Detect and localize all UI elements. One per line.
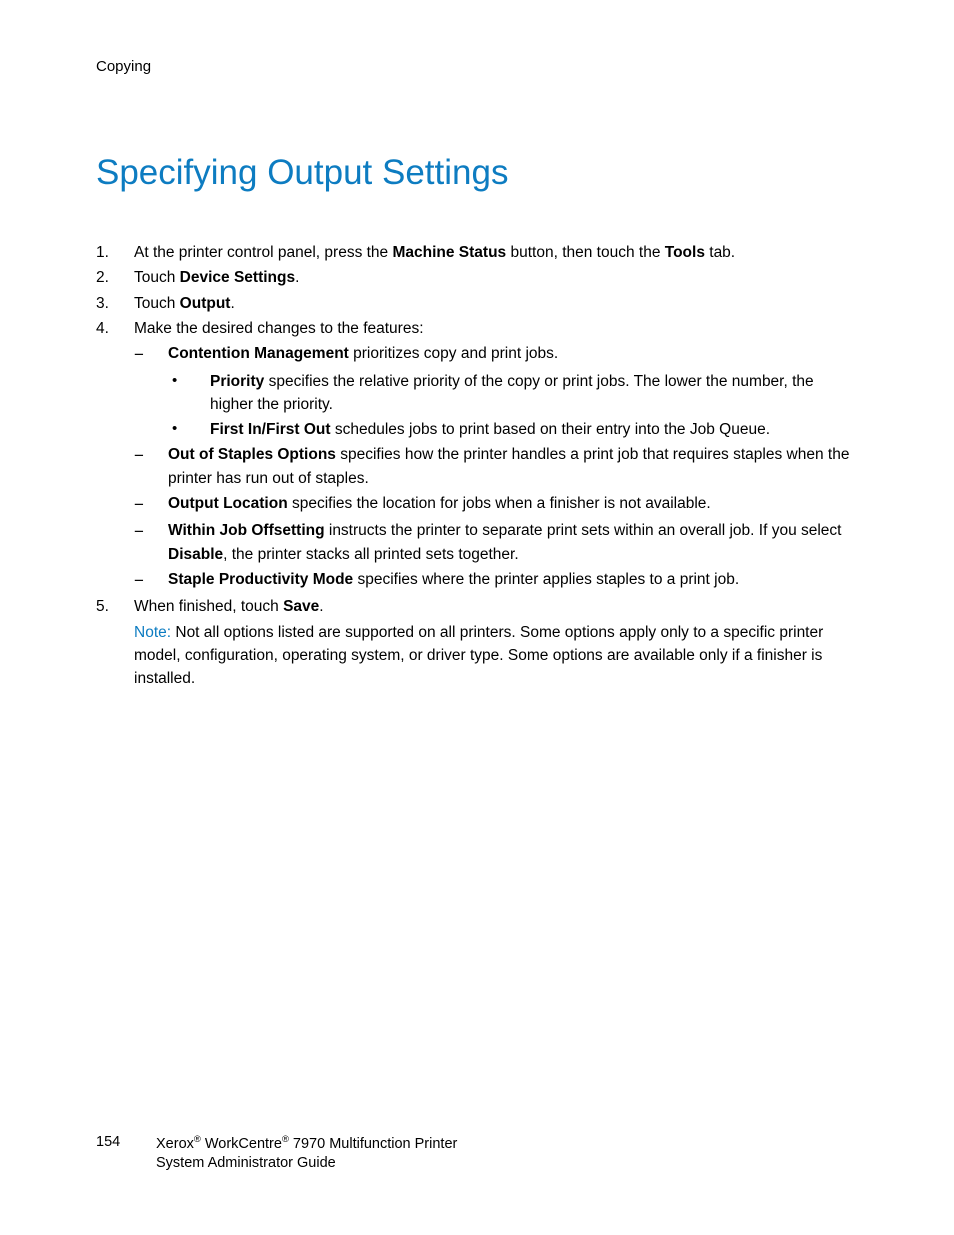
note-block: Note: Not all options listed are support… bbox=[134, 621, 858, 691]
reg-mark: ® bbox=[194, 1133, 201, 1144]
sub-item: − Out of Staples Options specifies how t… bbox=[134, 443, 858, 490]
step-text: Touch Device Settings. bbox=[134, 266, 858, 289]
dash-marker: − bbox=[134, 443, 168, 490]
bold-run: Priority bbox=[210, 373, 264, 390]
sub-text: Staple Productivity Mode specifies where… bbox=[168, 568, 858, 594]
step-text: Touch Output. bbox=[134, 292, 858, 315]
bullet-text: Priority specifies the relative priority… bbox=[210, 370, 858, 417]
step-number: 1. bbox=[96, 241, 134, 264]
text-run: When finished, touch bbox=[134, 598, 283, 615]
sub-item: − Within Job Offsetting instructs the pr… bbox=[134, 519, 858, 566]
dash-marker: − bbox=[134, 568, 168, 594]
sub-text: Out of Staples Options specifies how the… bbox=[168, 443, 858, 490]
brand-text: WorkCentre bbox=[201, 1136, 282, 1152]
note-text: Not all options listed are supported on … bbox=[134, 624, 823, 688]
text-run: . bbox=[230, 295, 234, 312]
bullet-item: • Priority specifies the relative priori… bbox=[168, 370, 858, 417]
step-text: Make the desired changes to the features… bbox=[134, 317, 858, 340]
bullet-text: First In/First Out schedules jobs to pri… bbox=[210, 418, 858, 441]
text-run: tab. bbox=[705, 244, 735, 261]
step-2: 2. Touch Device Settings. bbox=[96, 266, 858, 289]
bold-run: Tools bbox=[665, 244, 705, 261]
page-footer: 154 Xerox® WorkCentre® 7970 Multifunctio… bbox=[96, 1133, 858, 1173]
sub-text: Contention Management prioritizes copy a… bbox=[168, 342, 858, 368]
text-run: , the printer stacks all printed sets to… bbox=[223, 546, 519, 563]
footer-line2: System Administrator Guide bbox=[156, 1154, 858, 1173]
step-text: When finished, touch Save. bbox=[134, 595, 858, 618]
sub-item: − Output Location specifies the location… bbox=[134, 492, 858, 518]
bold-run: Within Job Offsetting bbox=[168, 522, 325, 539]
bold-run: First In/First Out bbox=[210, 421, 331, 438]
text-run: At the printer control panel, press the bbox=[134, 244, 392, 261]
bold-run: Save bbox=[283, 598, 319, 615]
bullet-item: • First In/First Out schedules jobs to p… bbox=[168, 418, 858, 441]
text-run: schedules jobs to print based on their e… bbox=[331, 421, 770, 438]
reg-mark: ® bbox=[282, 1133, 289, 1144]
step-3: 3. Touch Output. bbox=[96, 292, 858, 315]
text-run: specifies where the printer applies stap… bbox=[353, 571, 739, 588]
step-5: 5. When finished, touch Save. bbox=[96, 595, 858, 618]
step-4: 4. Make the desired changes to the featu… bbox=[96, 317, 858, 340]
bold-run: Output Location bbox=[168, 495, 288, 512]
step-number: 2. bbox=[96, 266, 134, 289]
page-number: 154 bbox=[96, 1133, 156, 1154]
note-label: Note: bbox=[134, 624, 171, 641]
step-number: 5. bbox=[96, 595, 134, 618]
dash-marker: − bbox=[134, 342, 168, 368]
dash-marker: − bbox=[134, 492, 168, 518]
content-body: 1. At the printer control panel, press t… bbox=[96, 241, 858, 690]
bold-run: Staple Productivity Mode bbox=[168, 571, 353, 588]
text-run: button, then touch the bbox=[506, 244, 665, 261]
bullet-marker: • bbox=[168, 370, 210, 417]
footer-line1: Xerox® WorkCentre® 7970 Multifunction Pr… bbox=[156, 1133, 858, 1154]
text-run: specifies the relative priority of the c… bbox=[210, 373, 814, 413]
text-run: Touch bbox=[134, 269, 180, 286]
text-run: . bbox=[319, 598, 323, 615]
text-run: prioritizes copy and print jobs. bbox=[349, 345, 558, 362]
page-title: Specifying Output Settings bbox=[96, 153, 858, 193]
brand-text: Xerox bbox=[156, 1136, 194, 1152]
bold-run: Disable bbox=[168, 546, 223, 563]
model-text: 7970 Multifunction Printer bbox=[289, 1136, 457, 1152]
text-run: . bbox=[295, 269, 299, 286]
bold-run: Output bbox=[180, 295, 231, 312]
sub-item: − Contention Management prioritizes copy… bbox=[134, 342, 858, 368]
bold-run: Out of Staples Options bbox=[168, 446, 336, 463]
text-run: specifies the location for jobs when a f… bbox=[288, 495, 711, 512]
bold-run: Contention Management bbox=[168, 345, 349, 362]
page-header-section: Copying bbox=[96, 58, 858, 75]
step-number: 3. bbox=[96, 292, 134, 315]
step-number: 4. bbox=[96, 317, 134, 340]
bullet-marker: • bbox=[168, 418, 210, 441]
sub-text: Within Job Offsetting instructs the prin… bbox=[168, 519, 858, 566]
text-run: instructs the printer to separate print … bbox=[325, 522, 842, 539]
bold-run: Machine Status bbox=[392, 244, 506, 261]
sub-item: − Staple Productivity Mode specifies whe… bbox=[134, 568, 858, 594]
bold-run: Device Settings bbox=[180, 269, 295, 286]
step-1: 1. At the printer control panel, press t… bbox=[96, 241, 858, 264]
text-run: Touch bbox=[134, 295, 180, 312]
step-text: At the printer control panel, press the … bbox=[134, 241, 858, 264]
sub-text: Output Location specifies the location f… bbox=[168, 492, 858, 518]
dash-marker: − bbox=[134, 519, 168, 566]
